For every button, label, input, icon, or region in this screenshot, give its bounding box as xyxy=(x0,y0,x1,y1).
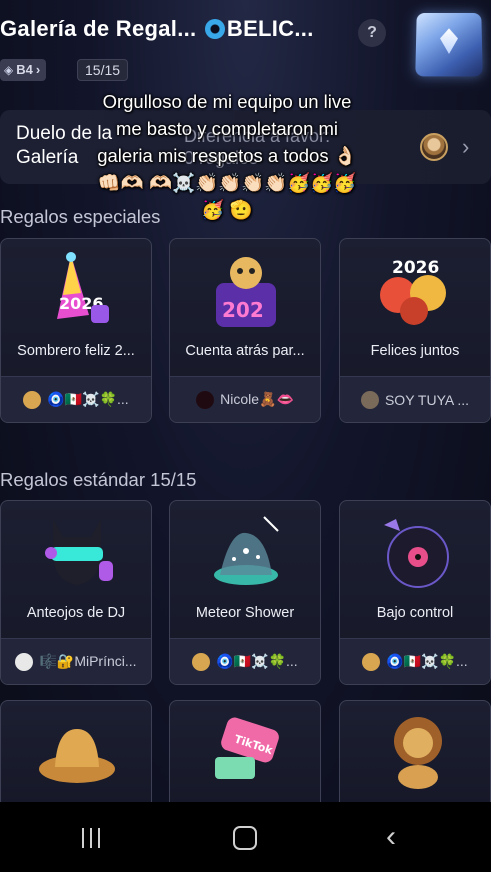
diamond-icon: ◈ xyxy=(4,63,14,77)
owner-avatar xyxy=(196,390,215,409)
duel-opponent-avatar xyxy=(420,133,448,161)
gift-card[interactable]: 202 Cuenta atrás par... Nicole🧸👄 xyxy=(169,238,321,423)
gift-card[interactable]: 2026 Sombrero feliz 2... 🧿🇲🇽☠️🍀... xyxy=(0,238,152,423)
gift-card[interactable]: 2026 Felices juntos SOY TUYA ... xyxy=(339,238,491,423)
owner-name: 🧿🇲🇽☠️🍀... xyxy=(216,653,298,669)
chevron-right-icon[interactable]: › xyxy=(462,134,469,160)
owner-avatar xyxy=(15,652,34,671)
gift-card[interactable]: Bajo control 🧿🇲🇽☠️🍀... xyxy=(339,500,491,685)
gallery-owner-name: BELIC... xyxy=(226,16,314,41)
back-icon[interactable]: ‹ xyxy=(386,820,396,854)
gift-name: Cuenta atrás par... xyxy=(185,343,305,359)
gift-name: Felices juntos xyxy=(370,343,460,359)
svg-text:202: 202 xyxy=(222,298,264,322)
level-label: B4 xyxy=(16,62,33,77)
gift-name: Meteor Shower xyxy=(195,605,295,621)
meteor-shower-icon xyxy=(214,516,279,585)
level-badge[interactable]: ◈ B4 › xyxy=(0,59,47,81)
standard-gifts-title: Regalos estándar 15/15 xyxy=(0,469,197,490)
gallery-title: Galería de Regal... BELIC... xyxy=(0,16,314,42)
owner-avatar xyxy=(362,652,381,671)
gift-owner: 🧿🇲🇽☠️🍀... xyxy=(340,638,490,684)
gift-owner: 🧿🇲🇽☠️🍀... xyxy=(1,376,151,422)
gift-owner: Nicole🧸👄 xyxy=(170,376,320,422)
gift-owner: 🎼🔐MiPrínci... xyxy=(1,638,151,684)
gift-name: Bajo control xyxy=(376,605,454,621)
gallery-title-prefix: Galería de Regal... xyxy=(0,16,203,41)
home-icon[interactable] xyxy=(233,826,257,850)
gift-card[interactable]: Meteor Shower 🧿🇲🇽☠️🍀... xyxy=(169,500,321,685)
lion-icon xyxy=(394,717,442,789)
gift-name: Sombrero feliz 2... xyxy=(17,343,135,359)
gift-card[interactable] xyxy=(339,700,491,810)
gallery-count-badge: 15/15 xyxy=(77,59,129,81)
owner-name: 🧿🇲🇽☠️🍀... xyxy=(47,391,129,407)
recent-apps-icon[interactable] xyxy=(82,828,100,848)
system-navigation-bar: ‹ xyxy=(0,802,491,872)
gift-owner: 🧿🇲🇽☠️🍀... xyxy=(170,638,320,684)
owner-avatar xyxy=(360,390,379,409)
question-icon: ? xyxy=(367,24,377,41)
help-button[interactable]: ? xyxy=(358,19,386,47)
svg-text:2026: 2026 xyxy=(392,258,439,278)
dj-glasses-icon xyxy=(45,519,113,585)
tiktok-money-gun-icon: TikTok xyxy=(215,717,279,779)
vinyl-record-icon xyxy=(384,519,449,588)
owner-name: 🧿🇲🇽☠️🍀... xyxy=(386,653,468,669)
gift-gallery-screen: Galería de Regal... BELIC... ? ◈ B4 › 15… xyxy=(0,0,491,872)
owner-avatar xyxy=(192,652,211,671)
cowboy-hat-icon xyxy=(39,729,115,783)
owner-name: Nicole🧸👄 xyxy=(220,391,294,407)
party-hat-2026-icon: 2026 xyxy=(57,252,109,323)
ring-icon xyxy=(204,19,225,39)
owner-name: SOY TUYA ... xyxy=(384,391,470,408)
gift-card[interactable]: TikTok xyxy=(169,700,321,810)
gift-name: Anteojos de DJ xyxy=(26,605,126,621)
owner-name: 🎼🔐MiPrínci... xyxy=(39,653,137,669)
video-caption: Orgulloso de mi equipo un live me basto … xyxy=(97,91,357,220)
gift-card[interactable] xyxy=(0,700,152,810)
owner-avatar xyxy=(23,390,42,409)
gift-owner: SOY TUYA ... xyxy=(340,376,490,422)
gallery-cube-icon[interactable] xyxy=(415,13,483,77)
happy-together-icon: 2026 xyxy=(380,258,446,325)
countdown-2026-icon: 202 xyxy=(216,257,276,327)
gift-card[interactable]: Anteojos de DJ 🎼🔐MiPrínci... xyxy=(0,500,152,685)
chevron-right-icon: › xyxy=(35,62,41,77)
